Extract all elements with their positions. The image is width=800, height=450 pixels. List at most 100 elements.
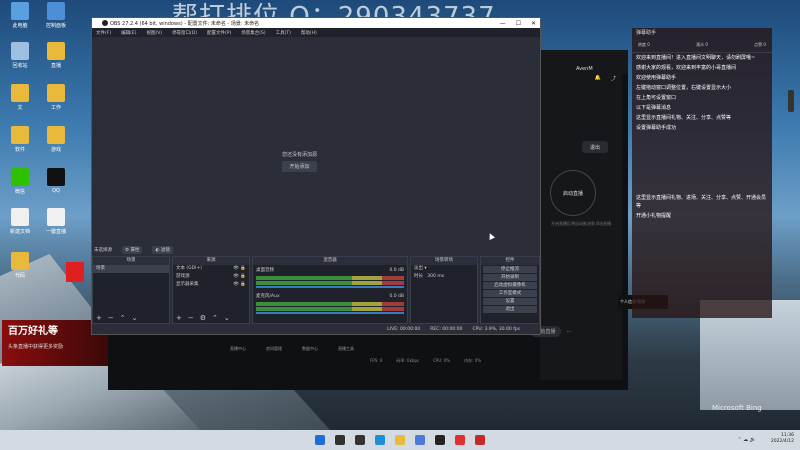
desktop-icon[interactable]: 微信	[0, 168, 40, 195]
platform-nav: 直播中心 房间管理 数据中心 直播工具	[230, 346, 354, 352]
desktop-icon[interactable]: 代码	[0, 252, 40, 279]
eye-icon[interactable]: 👁 🔒	[233, 273, 246, 281]
folder-icon	[47, 126, 65, 144]
scene-item[interactable]: 场景	[93, 265, 169, 273]
controls-dock-title: 控件	[481, 257, 539, 265]
desktop-icon-label: 软件	[14, 147, 25, 153]
platform-nav-item[interactable]: 直播工具	[338, 346, 354, 352]
chat-message: 在上角可设置窗口	[636, 95, 677, 101]
app-taskbar-icon[interactable]	[475, 435, 485, 445]
remove-icon[interactable]: −	[188, 314, 194, 322]
platform-nav-item[interactable]: 房间管理	[266, 346, 282, 352]
desktop-icon[interactable]: QQ	[36, 168, 76, 194]
obs-close-icon[interactable]: ✕	[531, 20, 536, 27]
control-button[interactable]: 开始录制	[483, 274, 537, 281]
desktop-icon[interactable]: 控制面板	[36, 2, 76, 29]
add-icon[interactable]: +	[96, 314, 102, 322]
desktop-icon[interactable]: 新建文档	[0, 208, 40, 235]
obs-menu-item[interactable]: 文件(F)	[96, 30, 111, 36]
folder-icon	[47, 84, 65, 102]
transitions-dock-title: 场景转场	[411, 257, 477, 265]
source-item[interactable]: 文本 (GDI+) 👁 🔒	[173, 265, 249, 273]
platform-nav-item[interactable]: 直播中心	[230, 346, 246, 352]
desktop-icon[interactable]: 回收站	[0, 42, 40, 69]
obs-menu-item[interactable]: 停靠窗口(D)	[172, 30, 197, 36]
source-item[interactable]: 游戏源 👁 🔒	[173, 273, 249, 281]
source-item[interactable]: 显示器采集 👁 🔒	[173, 281, 249, 289]
add-icon[interactable]: +	[176, 314, 182, 322]
desktop-icon[interactable]: 此电脑	[0, 2, 40, 29]
chat-message: 这里显示直播间礼物、进场、关注、分享、点赞、开通会员等	[636, 195, 767, 209]
search-icon[interactable]	[335, 435, 345, 445]
share-icon[interactable]: ⤴	[611, 75, 616, 82]
desktop-icon[interactable]: 一键直播	[36, 208, 76, 235]
recycle-bin-icon	[11, 42, 29, 60]
wechat-icon	[11, 168, 29, 186]
volume-slider[interactable]	[256, 312, 404, 314]
desktop-icon-label: 直播	[50, 63, 61, 69]
obs-menu-item[interactable]: 配置文件(P)	[207, 30, 231, 36]
edge-icon[interactable]	[375, 435, 385, 445]
start-icon[interactable]	[315, 435, 325, 445]
move-up-icon[interactable]: ⌃	[212, 314, 218, 322]
volume-slider[interactable]	[256, 286, 404, 288]
transition-select[interactable]: 淡出 ▾	[411, 265, 477, 273]
start-live-circle[interactable]: 启动直播	[550, 170, 596, 216]
obs-maximize-icon[interactable]: ☐	[516, 20, 521, 27]
obs-taskbar-icon[interactable]	[435, 435, 445, 445]
obs-menu-item[interactable]: 场景集合(S)	[241, 30, 265, 36]
control-button[interactable]: 停止推流	[483, 266, 537, 273]
more-icon[interactable]: ⋯	[567, 329, 572, 335]
scenes-dock: 场景 场景 + − ⌃ ⌄	[92, 256, 170, 324]
control-button[interactable]: 退出	[483, 306, 537, 313]
obs-menu-item[interactable]: 编辑(E)	[121, 30, 136, 36]
add-source-button[interactable]: 开始添加	[282, 161, 318, 172]
desktop-icon-label: 代码	[14, 273, 25, 279]
desktop-icon-label: 工作	[50, 105, 61, 111]
properties-button[interactable]: ⚙ 属性	[122, 245, 143, 254]
control-button[interactable]: 启动虚拟摄像机	[483, 282, 537, 289]
helper-taskbar-icon[interactable]	[455, 435, 465, 445]
chat-message: 设置弹幕助手成功	[636, 125, 677, 131]
chat-stat: 观众 0	[696, 42, 708, 47]
edge-scroll-handle[interactable]	[788, 90, 794, 112]
chat-message: 欢迎来到直播间！进入直播间文明聊天，请勿刷屏哦~	[636, 55, 756, 61]
eye-icon[interactable]: 👁 🔒	[233, 281, 246, 289]
red-action-tab[interactable]	[66, 262, 84, 282]
desktop-icon-label: 游戏	[50, 147, 61, 153]
volume-meter	[256, 276, 404, 280]
gear-icon[interactable]: ⚙	[200, 314, 206, 322]
taskview-icon[interactable]	[355, 435, 365, 445]
duration-row[interactable]: 时长 300 ms	[411, 273, 477, 281]
desktop-icon[interactable]: 工作	[36, 84, 76, 111]
taskbar-clock[interactable]: 11:36 2022/4/12	[771, 433, 794, 445]
exit-button[interactable]: 退出	[582, 141, 608, 153]
move-down-icon[interactable]: ⌄	[224, 314, 230, 322]
desktop-icon[interactable]: 软件	[0, 126, 40, 153]
mixer-level: 0.0 dB	[389, 268, 404, 273]
obs-menu-item[interactable]: 工具(T)	[276, 30, 291, 36]
eye-icon[interactable]: 👁 🔒	[233, 265, 246, 273]
chat-message: 左键拖动窗口调整位置，右键设置显示大小	[636, 85, 732, 91]
control-button[interactable]: 设置	[483, 298, 537, 305]
control-button[interactable]: 工作室模式	[483, 290, 537, 297]
cpu-status: CPU: 3.9%, 30.00 fps	[472, 326, 521, 332]
platform-nav-item[interactable]: 数据中心	[302, 346, 318, 352]
obs-minimize-icon[interactable]: —	[500, 20, 506, 27]
desktop-icon[interactable]: 直播	[36, 42, 76, 69]
desktop-icon[interactable]: 游戏	[36, 126, 76, 153]
explorer-icon[interactable]	[395, 435, 405, 445]
remove-icon[interactable]: −	[108, 314, 114, 322]
store-icon[interactable]	[415, 435, 425, 445]
move-up-icon[interactable]: ⌃	[120, 314, 126, 322]
obs-menu-item[interactable]: 视图(V)	[146, 30, 162, 36]
filters-button[interactable]: ◐ 滤镜	[152, 245, 173, 254]
desktop-icon[interactable]: 文	[0, 84, 40, 111]
obs-preview[interactable]: 您还没有添加源 开始添加	[92, 37, 540, 257]
volume-meter	[256, 302, 404, 306]
obs-menu-item[interactable]: 帮助(H)	[301, 30, 317, 36]
controls-dock: 控件 停止推流 开始录制 启动虚拟摄像机 工作室模式 设置 退出	[480, 256, 540, 324]
bell-icon[interactable]: 🔔	[595, 75, 601, 81]
system-tray[interactable]: ⌃ ☁ 🔊	[737, 437, 756, 443]
move-down-icon[interactable]: ⌄	[132, 314, 138, 322]
